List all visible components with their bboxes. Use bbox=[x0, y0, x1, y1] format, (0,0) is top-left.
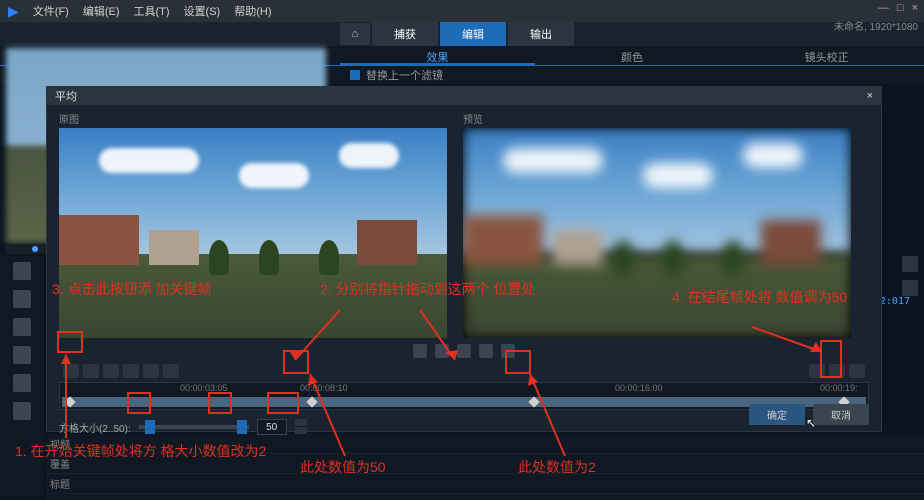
tab-capture[interactable]: 捕获 bbox=[372, 22, 438, 46]
left-toolbar bbox=[0, 256, 44, 496]
track-overlay[interactable]: 覆盖 bbox=[46, 454, 924, 474]
prev-frame-icon[interactable] bbox=[413, 344, 427, 358]
project-info: 未命名, 1920*1080 bbox=[834, 18, 918, 33]
gridsize-label: 方格大小(2..50): bbox=[59, 420, 131, 435]
side-tool[interactable] bbox=[902, 280, 918, 296]
close-icon[interactable]: × bbox=[912, 2, 918, 14]
gridsize-input[interactable] bbox=[257, 419, 287, 435]
time-marker: 00:00:19: bbox=[820, 383, 858, 393]
app-logo: ▶ bbox=[8, 3, 19, 20]
replace-filter-label: 替换上一个滤镜 bbox=[366, 67, 443, 83]
kf-tool[interactable] bbox=[143, 364, 159, 378]
subtab-effect[interactable]: 效果 bbox=[340, 46, 535, 65]
zoom-icon[interactable] bbox=[849, 364, 865, 378]
tool-icon[interactable] bbox=[13, 402, 31, 420]
gridsize-slider[interactable] bbox=[139, 425, 249, 429]
maximize-icon[interactable]: □ bbox=[897, 2, 904, 14]
preview-label: 预览 bbox=[463, 111, 483, 126]
tab-edit[interactable]: 编辑 bbox=[440, 22, 506, 46]
next-frame-icon[interactable] bbox=[501, 344, 515, 358]
tab-output[interactable]: 输出 bbox=[508, 22, 574, 46]
slider-thumb-start[interactable] bbox=[145, 420, 155, 434]
dialog-title: 平均 bbox=[55, 88, 77, 104]
effect-preview bbox=[463, 128, 851, 338]
play-icon[interactable] bbox=[457, 344, 471, 358]
cursor-icon: ↖ bbox=[806, 416, 816, 430]
kf-tool[interactable] bbox=[163, 364, 179, 378]
playback-controls bbox=[59, 342, 869, 360]
close-icon[interactable]: × bbox=[867, 90, 873, 102]
rewind-icon[interactable] bbox=[435, 344, 449, 358]
zoom-icon[interactable] bbox=[809, 364, 825, 378]
minimize-icon[interactable]: — bbox=[878, 2, 889, 14]
tool-icon[interactable] bbox=[13, 346, 31, 364]
kf-tool[interactable] bbox=[103, 364, 119, 378]
param-row: 方格大小(2..50): bbox=[59, 416, 869, 438]
original-label: 原图 bbox=[59, 111, 447, 126]
time-marker: 00:00:08:10 bbox=[300, 383, 348, 393]
slider-thumb-end[interactable] bbox=[237, 420, 247, 434]
time-marker: 00:00:03:05 bbox=[180, 383, 228, 393]
window-controls: — □ × bbox=[878, 2, 918, 14]
track-title[interactable]: 标题 bbox=[46, 474, 924, 494]
filter-dialog: 平均 × 原图 预览 bbox=[46, 86, 882, 432]
time-marker: 00:00:16:00 bbox=[615, 383, 663, 393]
side-tool[interactable] bbox=[902, 256, 918, 272]
kf-tool[interactable] bbox=[83, 364, 99, 378]
menu-help[interactable]: 帮助(H) bbox=[234, 3, 271, 19]
forward-icon[interactable] bbox=[479, 344, 493, 358]
side-tools bbox=[902, 256, 920, 296]
original-preview bbox=[59, 128, 447, 338]
menu-settings[interactable]: 设置(S) bbox=[184, 3, 221, 19]
tool-icon[interactable] bbox=[13, 290, 31, 308]
tool-icon[interactable] bbox=[13, 262, 31, 280]
menu-file[interactable]: 文件(F) bbox=[33, 3, 69, 19]
zoom-icon[interactable] bbox=[829, 364, 845, 378]
keyframe-timeline[interactable]: 00:00:03:05 00:00:08:10 00:00:16:00 00:0… bbox=[59, 382, 869, 410]
dialog-header: 平均 × bbox=[47, 87, 881, 105]
menu-edit[interactable]: 编辑(E) bbox=[83, 3, 120, 19]
spinner[interactable] bbox=[295, 419, 307, 435]
tool-icon[interactable] bbox=[13, 318, 31, 336]
ok-button[interactable]: 确定 bbox=[749, 404, 805, 425]
menu-bar: ▶ 文件(F) 编辑(E) 工具(T) 设置(S) 帮助(H) bbox=[0, 0, 924, 22]
checkbox-icon[interactable] bbox=[350, 70, 360, 80]
add-keyframe-button[interactable] bbox=[63, 364, 79, 378]
main-tabs: ⌂ 捕获 编辑 输出 bbox=[0, 22, 924, 46]
subtab-lens[interactable]: 镜头校正 bbox=[729, 46, 924, 65]
keyframe-track[interactable] bbox=[62, 397, 866, 407]
cancel-button[interactable]: 取消 bbox=[813, 404, 869, 425]
tool-icon[interactable] bbox=[13, 374, 31, 392]
keyframe-toolbar bbox=[59, 362, 869, 380]
subtab-color[interactable]: 颜色 bbox=[535, 46, 730, 65]
kf-tool[interactable] bbox=[123, 364, 139, 378]
menu-tool[interactable]: 工具(T) bbox=[134, 3, 170, 19]
home-tab[interactable]: ⌂ bbox=[340, 23, 370, 45]
